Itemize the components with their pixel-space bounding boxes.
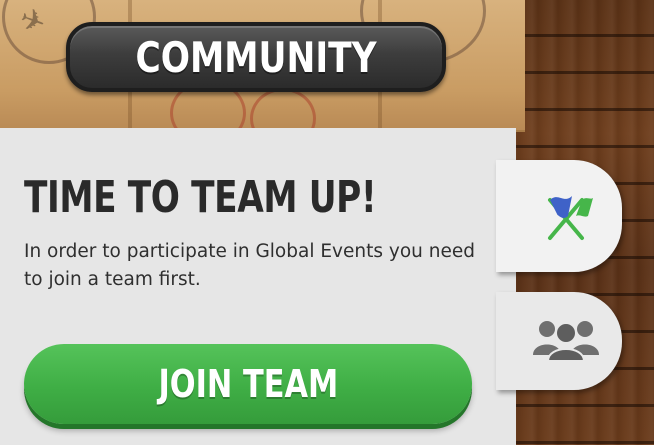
panel-description: In order to participate in Global Events…: [24, 241, 475, 290]
community-banner: COMMUNITY: [66, 22, 446, 92]
panel-heading: TIME TO TEAM UP!: [24, 172, 377, 223]
crossed-flags-icon: [538, 186, 594, 246]
team-group-icon: [531, 315, 601, 367]
join-team-button[interactable]: JOIN TEAM: [24, 344, 472, 424]
game-screen: ✈ COMMUNITY TIME TO TEAM UP! In order to…: [0, 0, 654, 445]
tab-team[interactable]: [496, 292, 622, 390]
tab-global-events[interactable]: [496, 160, 622, 272]
join-team-label: JOIN TEAM: [158, 362, 338, 406]
page-title: COMMUNITY: [135, 32, 377, 82]
